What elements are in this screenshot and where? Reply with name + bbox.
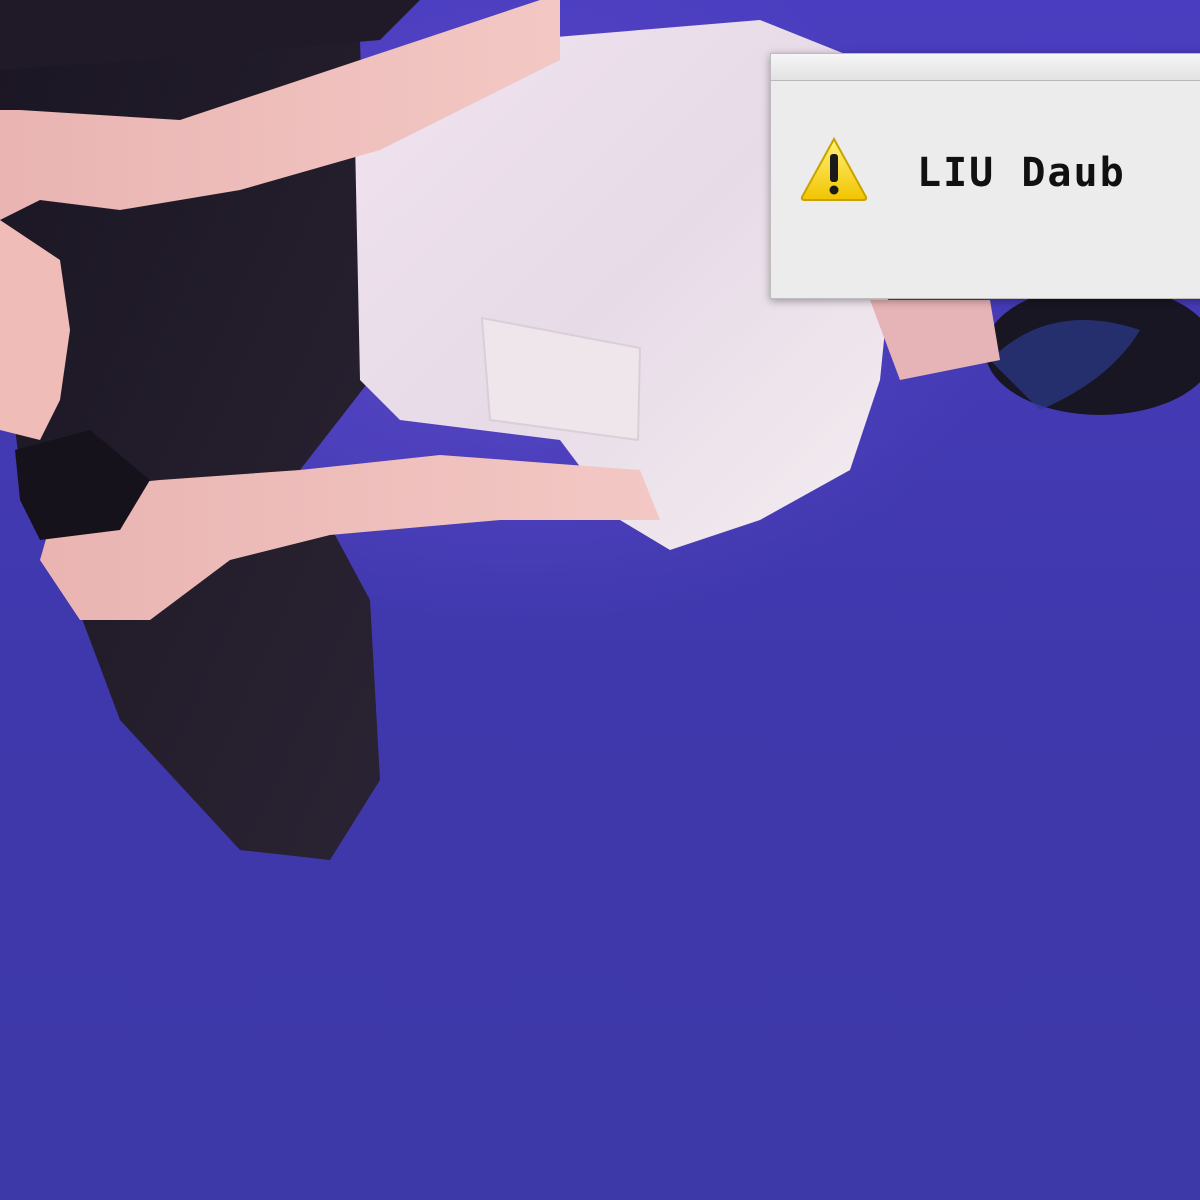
dialog-message: LIU Daub: [917, 150, 1126, 196]
warning-icon: [799, 136, 869, 202]
dialog-titlebar[interactable]: [771, 54, 1200, 81]
neck: [870, 300, 1000, 380]
alert-dialog[interactable]: LIU Daub: [770, 53, 1200, 299]
